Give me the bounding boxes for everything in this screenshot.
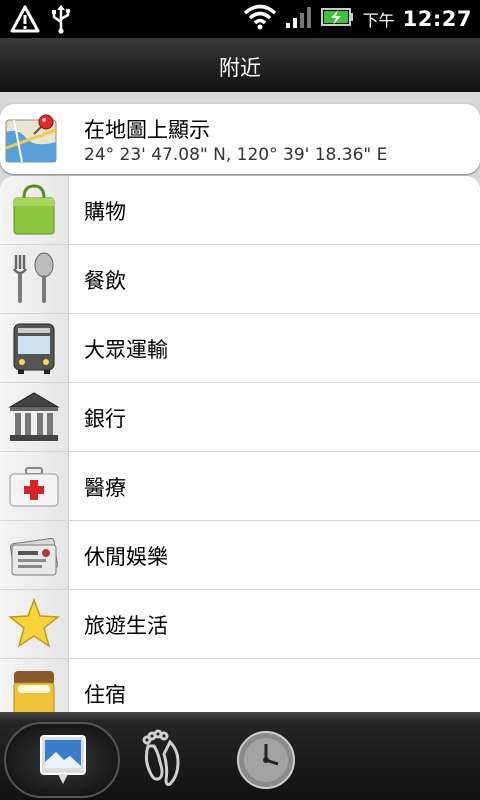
list-item-transit[interactable]: 大眾運輸 <box>0 314 480 383</box>
fork-spoon-icon <box>13 252 54 303</box>
bank-icon <box>8 392 60 441</box>
category-list: 購物 餐飲 大眾運輸 銀行 醫療 休閒娛樂 旅遊生活 住宿 <box>0 176 480 712</box>
list-item-travel[interactable]: 旅遊生活 <box>0 590 480 659</box>
list-item-label: 餐飲 <box>84 269 126 293</box>
title-bar: 附近 <box>0 38 480 93</box>
list-item-label: 醫療 <box>84 476 126 500</box>
tab-nearby[interactable] <box>4 722 120 798</box>
medical-kit-icon <box>9 467 59 507</box>
bus-icon <box>13 323 55 374</box>
tickets-icon <box>10 537 58 576</box>
ampm-label: 下午 <box>362 11 395 30</box>
list-item-lodging[interactable]: 住宿 <box>0 659 480 712</box>
battery-charging-icon <box>320 7 355 31</box>
bed-icon <box>13 671 55 712</box>
clock-icon <box>237 731 295 789</box>
list-item-label: 購物 <box>84 200 126 224</box>
list-item-label: 休閒娛樂 <box>84 545 168 569</box>
wifi-icon <box>243 4 277 34</box>
content-area: 在地圖上顯示 24° 23' 47.08" N, 120° 39' 18.36"… <box>0 92 480 712</box>
star-icon <box>7 597 61 648</box>
list-item-shopping[interactable]: 購物 <box>0 176 480 245</box>
list-item-medical[interactable]: 醫療 <box>0 452 480 521</box>
clock: 12:27 <box>402 7 472 31</box>
show-on-map-item[interactable]: 在地圖上顯示 24° 23' 47.08" N, 120° 39' 18.36"… <box>0 104 480 174</box>
location-photo-icon <box>40 735 86 784</box>
list-item-label: 銀行 <box>84 407 126 431</box>
list-item-label: 大眾運輸 <box>84 338 168 362</box>
usb-icon <box>50 4 72 38</box>
page-title: 附近 <box>219 56 261 80</box>
current-coordinates: 24° 23' 47.08" N, 120° 39' 18.36" E <box>84 145 388 165</box>
list-item-label: 旅遊生活 <box>84 614 168 638</box>
list-item-entertainment[interactable]: 休閒娛樂 <box>0 521 480 590</box>
list-item-bank[interactable]: 銀行 <box>0 383 480 452</box>
status-bar: 下午 12:27 <box>0 0 480 38</box>
list-item-dining[interactable]: 餐飲 <box>0 245 480 314</box>
tab-footprints[interactable] <box>134 728 194 788</box>
bottom-tab-bar <box>0 712 480 800</box>
signal-icon <box>285 5 313 33</box>
shopping-bag-icon <box>13 184 55 235</box>
footprints-icon <box>142 729 180 786</box>
tab-history[interactable] <box>236 730 296 790</box>
warning-icon <box>10 5 40 37</box>
show-on-map-label: 在地圖上顯示 <box>84 118 210 142</box>
map-pin-icon <box>4 112 62 166</box>
list-item-label: 住宿 <box>84 683 126 707</box>
